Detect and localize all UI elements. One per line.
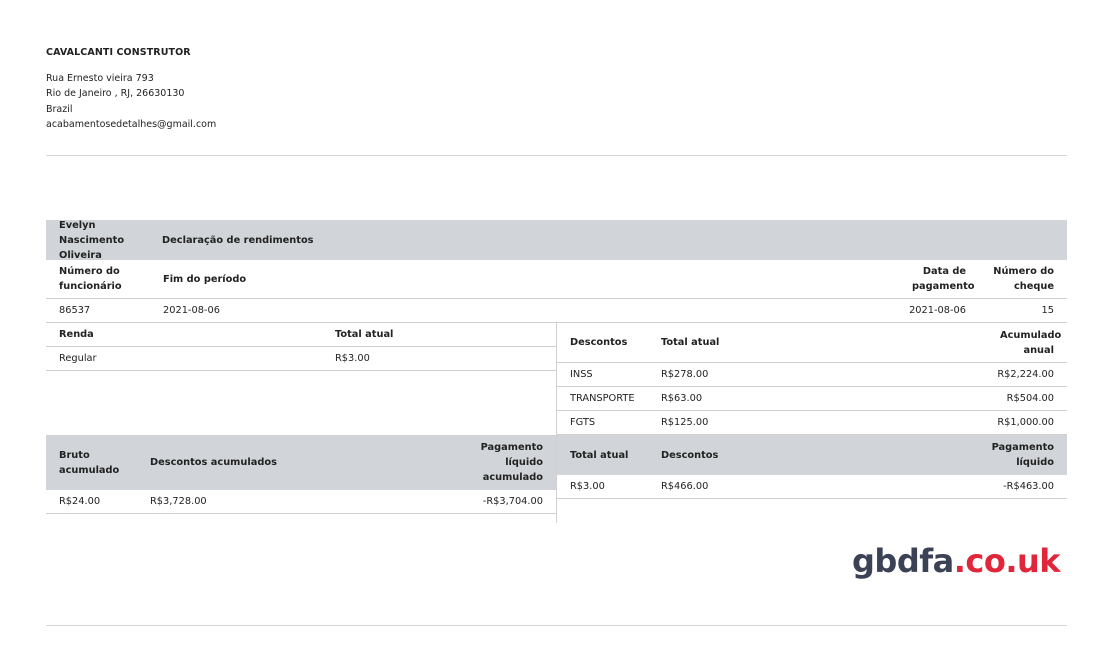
statement-block: Evelyn Nascimento Oliveira Declaração de… bbox=[46, 220, 1067, 323]
current-deductions: R$466.00 bbox=[661, 481, 709, 492]
deduction-current: R$278.00 bbox=[661, 369, 709, 380]
employee-name: Evelyn Nascimento Oliveira bbox=[59, 219, 125, 261]
logo-part-1: gbdfa bbox=[852, 542, 954, 580]
statement-title-bar: Evelyn Nascimento Oliveira Declaração de… bbox=[46, 219, 1067, 261]
current-net: -R$463.00 bbox=[1003, 481, 1054, 492]
header-gross-ytd: Bruto acumulado bbox=[59, 449, 120, 476]
company-address-line1: Rua Ernesto vieira 793 bbox=[46, 72, 154, 84]
bottom-divider bbox=[46, 625, 1067, 626]
deduction-current: R$63.00 bbox=[661, 393, 703, 404]
deduction-type: FGTS bbox=[570, 417, 596, 428]
gross-ytd: R$24.00 bbox=[59, 496, 101, 507]
header-employee-number: Número do funcionário bbox=[59, 266, 122, 292]
header-income-current: Total atual bbox=[335, 329, 394, 340]
statement-value-row: 86537 2021-08-06 2021-08-06 15 bbox=[46, 299, 1067, 323]
deduction-row: INSS R$278.00 R$2,224.00 bbox=[557, 363, 1067, 387]
ytd-header-row: Bruto acumulado Descontos acumulados Pag… bbox=[46, 435, 556, 490]
net-ytd: -R$3,704.00 bbox=[482, 496, 543, 507]
ytd-summary: Bruto acumulado Descontos acumulados Pag… bbox=[46, 435, 556, 514]
income-section: Renda Total atual Regular R$3.00 Bruto a… bbox=[46, 323, 556, 523]
income-header-row: Renda Total atual bbox=[46, 323, 556, 347]
logo-part-2: .co.uk bbox=[953, 542, 1061, 580]
current-total: R$3.00 bbox=[570, 481, 605, 492]
check-number: 15 bbox=[1041, 305, 1054, 316]
deduction-ytd: R$1,000.00 bbox=[997, 417, 1054, 428]
payment-date: 2021-08-06 bbox=[909, 305, 966, 316]
header-income: Renda bbox=[59, 329, 94, 340]
header-deductions-current: Total atual bbox=[661, 337, 720, 348]
company-country: Brazil bbox=[46, 103, 73, 115]
deduction-type: TRANSPORTE bbox=[570, 393, 635, 404]
income-type: Regular bbox=[59, 353, 97, 364]
header-current-deductions: Descontos bbox=[661, 449, 719, 461]
statement-header-row: Número do funcionário Fim do período Dat… bbox=[46, 260, 1067, 299]
deductions-header-row: Descontos Total atual Acumulado anual bbox=[557, 323, 1067, 363]
income-row: Regular R$3.00 bbox=[46, 347, 556, 371]
company-block: CAVALCANTI CONSTRUTOR Rua Ernesto vieira… bbox=[46, 45, 216, 133]
deductions-section: Descontos Total atual Acumulado anual IN… bbox=[556, 323, 1067, 523]
current-summary-value-row: R$3.00 R$466.00 -R$463.00 bbox=[557, 475, 1067, 499]
header-current-total: Total atual bbox=[570, 449, 629, 461]
deduction-ytd: R$504.00 bbox=[1006, 393, 1054, 404]
deduction-row: TRANSPORTE R$63.00 R$504.00 bbox=[557, 387, 1067, 411]
company-email: acabamentosedetalhes@gmail.com bbox=[46, 119, 217, 130]
header-deductions-ytd: Acumulado anual bbox=[1000, 329, 1062, 356]
employee-number: 86537 bbox=[59, 305, 91, 316]
ytd-value-row: R$24.00 R$3,728.00 -R$3,704.00 bbox=[46, 490, 556, 514]
header-net-ytd: Pagamento líquido acumulado bbox=[480, 442, 543, 483]
header-check-number: Número do cheque bbox=[993, 266, 1054, 292]
deduction-current: R$125.00 bbox=[661, 417, 709, 428]
deduction-row: FGTS R$125.00 R$1,000.00 bbox=[557, 411, 1067, 435]
company-name: CAVALCANTI CONSTRUTOR bbox=[46, 47, 191, 58]
deductions-ytd: R$3,728.00 bbox=[150, 496, 207, 507]
header-payment-date: Data de pagamento bbox=[912, 266, 975, 292]
header-period-end: Fim do período bbox=[163, 273, 247, 285]
top-divider bbox=[46, 155, 1067, 156]
income-current: R$3.00 bbox=[335, 353, 370, 364]
period-end: 2021-08-06 bbox=[163, 305, 220, 316]
current-summary-header-row: Total atual Descontos Pagamento líquido bbox=[557, 435, 1067, 475]
deduction-type: INSS bbox=[570, 369, 593, 380]
detail-area: Renda Total atual Regular R$3.00 Bruto a… bbox=[46, 323, 1067, 523]
header-deductions: Descontos bbox=[570, 337, 628, 348]
header-current-net: Pagamento líquido bbox=[991, 442, 1054, 468]
company-address-line2: Rio de Janeiro , RJ, 26630130 bbox=[46, 88, 185, 99]
header-deductions-ytd: Descontos acumulados bbox=[150, 457, 277, 468]
gbdfa-logo: gbdfa.co.uk bbox=[852, 542, 1061, 580]
deduction-ytd: R$2,224.00 bbox=[997, 369, 1054, 380]
statement-title: Declaração de rendimentos bbox=[162, 234, 314, 246]
